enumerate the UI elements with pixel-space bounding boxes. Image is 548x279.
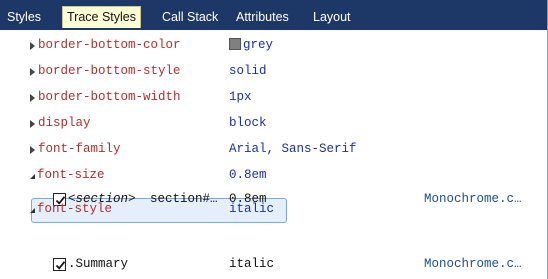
property-row-font-family[interactable]: font-family Arial, Sans-Serif [0, 138, 540, 164]
collapse-arrow-icon[interactable] [30, 208, 35, 213]
property-value: 0.8em [229, 168, 267, 182]
property-row-border-bottom-color[interactable]: border-bottom-color grey [0, 34, 540, 60]
color-swatch-icon [229, 38, 241, 50]
property-name: font-size [37, 168, 105, 182]
expand-arrow-icon[interactable] [30, 42, 35, 50]
property-value-text: grey [243, 38, 274, 52]
property-row-display[interactable]: display block [0, 112, 540, 138]
checkmark-icon [55, 261, 66, 270]
tab-trace-styles[interactable]: Trace Styles [62, 6, 142, 28]
property-row-border-bottom-width[interactable]: border-bottom-width 1px [0, 86, 540, 112]
property-value: solid [229, 64, 267, 78]
trace-selector: .Summary [68, 257, 129, 271]
tab-bar: Styles Trace Styles Call Stack Attribute… [0, 0, 548, 30]
property-name: border-bottom-color [38, 38, 181, 52]
property-value: grey [229, 38, 273, 52]
tab-attributes[interactable]: Attributes [236, 7, 289, 28]
property-row-font-size[interactable]: font-size 0.8em [0, 164, 540, 190]
tab-layout[interactable]: Layout [313, 7, 351, 28]
expand-arrow-icon[interactable] [30, 68, 35, 76]
property-name: font-style [37, 202, 113, 216]
property-value: italic [229, 202, 275, 216]
tab-styles[interactable]: Styles [7, 7, 41, 28]
trace-value: italic [229, 257, 275, 271]
trace-row-font-style[interactable]: .Summary italic Monochrome.c… [0, 253, 540, 277]
trace-source-link[interactable]: Monochrome.c… [424, 257, 522, 271]
tab-call-stack[interactable]: Call Stack [162, 7, 218, 28]
expand-arrow-icon[interactable] [30, 120, 35, 128]
property-name: font-family [38, 142, 121, 156]
property-value: block [229, 116, 267, 130]
trace-checkbox[interactable] [53, 258, 66, 271]
expand-arrow-icon[interactable] [30, 146, 35, 154]
property-name: border-bottom-style [38, 64, 181, 78]
property-row-font-style[interactable]: font-style italic [0, 198, 540, 224]
expand-arrow-icon[interactable] [30, 94, 35, 102]
collapse-arrow-icon[interactable] [30, 174, 35, 179]
property-row-border-bottom-style[interactable]: border-bottom-style solid [0, 60, 540, 86]
property-name: border-bottom-width [38, 90, 181, 104]
property-value: 1px [229, 90, 252, 104]
property-name: display [38, 116, 91, 130]
property-value: Arial, Sans-Serif [229, 142, 357, 156]
